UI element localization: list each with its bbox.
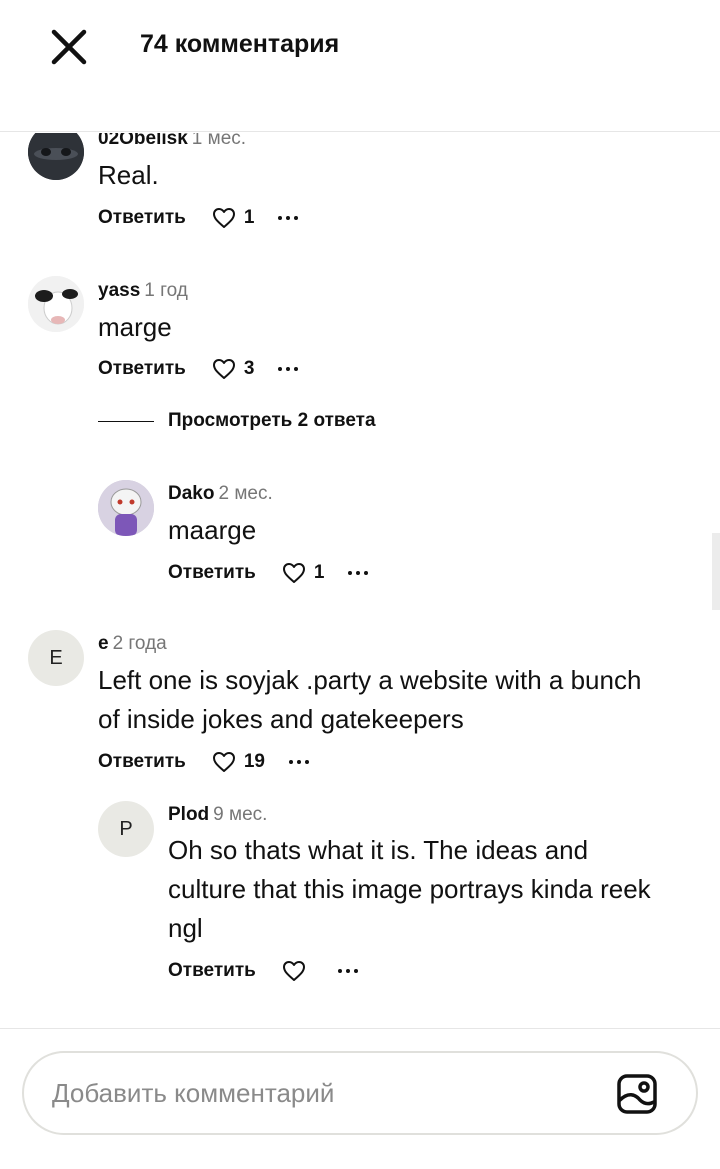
heart-icon: [212, 208, 235, 228]
comment-author[interactable]: 02Obelisk: [98, 133, 188, 149]
comment-text: Oh so thats what it is. The ideas and cu…: [168, 835, 651, 943]
comment-time: 2 года: [112, 633, 167, 654]
comment-meta: Dako 2 мес.: [168, 483, 273, 505]
reply-item: P Plod 9 мес. Oh so thats what it is. The…: [0, 798, 720, 998]
reply-button[interactable]: Ответить: [98, 358, 186, 380]
comment-item: yass 1 год marge Ответить 3: [0, 273, 720, 433]
like-button[interactable]: 1: [212, 207, 255, 229]
comment-actions: Ответить: [168, 960, 358, 982]
more-options-button[interactable]: [348, 563, 369, 583]
avatar[interactable]: E: [28, 630, 84, 686]
avatar[interactable]: P: [98, 801, 154, 857]
comment-author[interactable]: e: [98, 633, 109, 654]
comment-meta: e2 года: [98, 633, 167, 655]
reply-button[interactable]: Ответить: [98, 751, 186, 773]
reply-item: Dako 2 мес. maarge Ответить 1: [0, 473, 720, 603]
page-title: 74 комментария: [140, 30, 340, 58]
comment-input-wrapper: [22, 1051, 698, 1135]
comment-text: maarge: [168, 515, 257, 545]
more-icon: [278, 367, 283, 371]
comment-text: marge: [98, 312, 172, 342]
like-count: 19: [243, 751, 265, 772]
comment-item: 02Obelisk 1 мес. Real. Ответить 1: [0, 133, 720, 243]
view-replies-button[interactable]: Просмотреть 2 ответа: [98, 410, 376, 432]
comment-meta: 02Obelisk 1 мес.: [98, 133, 246, 150]
reply-button[interactable]: Ответить: [168, 562, 256, 584]
comment-author[interactable]: Plod: [168, 804, 209, 825]
more-options-button[interactable]: [337, 961, 358, 981]
avatar-image: [28, 276, 84, 332]
more-options-button[interactable]: [278, 208, 299, 228]
comment-time: 2 мес.: [218, 483, 273, 504]
heart-icon: [212, 359, 235, 379]
comment-text: Left one is soyjak .party a website with…: [98, 665, 642, 734]
like-count: 1: [313, 562, 325, 583]
comment-author[interactable]: yass: [98, 280, 140, 301]
image-icon: [617, 1074, 657, 1114]
comment-meta: Plod 9 мес.: [168, 804, 267, 826]
comment-actions: Ответить 1: [168, 562, 369, 584]
reply-button[interactable]: Ответить: [168, 960, 256, 982]
like-count: 1: [243, 207, 255, 228]
comment-meta: yass 1 год: [98, 280, 188, 302]
comments-list[interactable]: 02Obelisk 1 мес. Real. Ответить 1 yass 1 г…: [0, 133, 720, 1028]
avatar-image: [28, 133, 84, 180]
like-button[interactable]: 3: [212, 358, 255, 380]
scrollbar[interactable]: [712, 533, 720, 610]
view-replies-label: Просмотреть 2 ответа: [168, 410, 376, 431]
close-icon: [51, 29, 87, 65]
heart-icon: [212, 752, 235, 772]
like-count: 3: [243, 358, 255, 379]
comment-actions: Ответить 1: [98, 207, 299, 229]
more-options-button[interactable]: [288, 752, 309, 772]
like-button[interactable]: [282, 960, 314, 982]
comment-text: Real.: [98, 160, 159, 190]
reply-button[interactable]: Ответить: [98, 207, 186, 229]
like-button[interactable]: 1: [282, 562, 325, 584]
heart-icon: [282, 563, 305, 583]
comment-input[interactable]: [52, 1071, 592, 1115]
comment-author[interactable]: Dako: [168, 483, 214, 504]
comment-actions: Ответить 19: [98, 751, 309, 773]
avatar[interactable]: [28, 133, 84, 180]
comment-time: 1 мес.: [191, 133, 247, 149]
divider: [98, 420, 154, 422]
attach-image-button[interactable]: [616, 1073, 658, 1115]
more-icon: [278, 216, 283, 220]
more-icon: [337, 969, 342, 973]
heart-icon: [282, 961, 305, 981]
like-button[interactable]: 19: [212, 751, 265, 773]
avatar[interactable]: [28, 276, 84, 332]
comment-time: 9 мес.: [213, 804, 268, 825]
comment-item: E e2 года Left one is soyjak .party a we…: [0, 623, 720, 783]
header: 74 комментария: [0, 0, 720, 132]
comment-composer: [0, 1028, 720, 1169]
comment-actions: Ответить 3: [98, 358, 299, 380]
avatar-image: [98, 480, 154, 536]
avatar[interactable]: [98, 480, 154, 536]
comment-time: 1 год: [144, 280, 188, 301]
more-icon: [348, 571, 353, 575]
more-options-button[interactable]: [278, 359, 299, 379]
more-icon: [288, 760, 293, 764]
close-button[interactable]: [46, 24, 92, 70]
